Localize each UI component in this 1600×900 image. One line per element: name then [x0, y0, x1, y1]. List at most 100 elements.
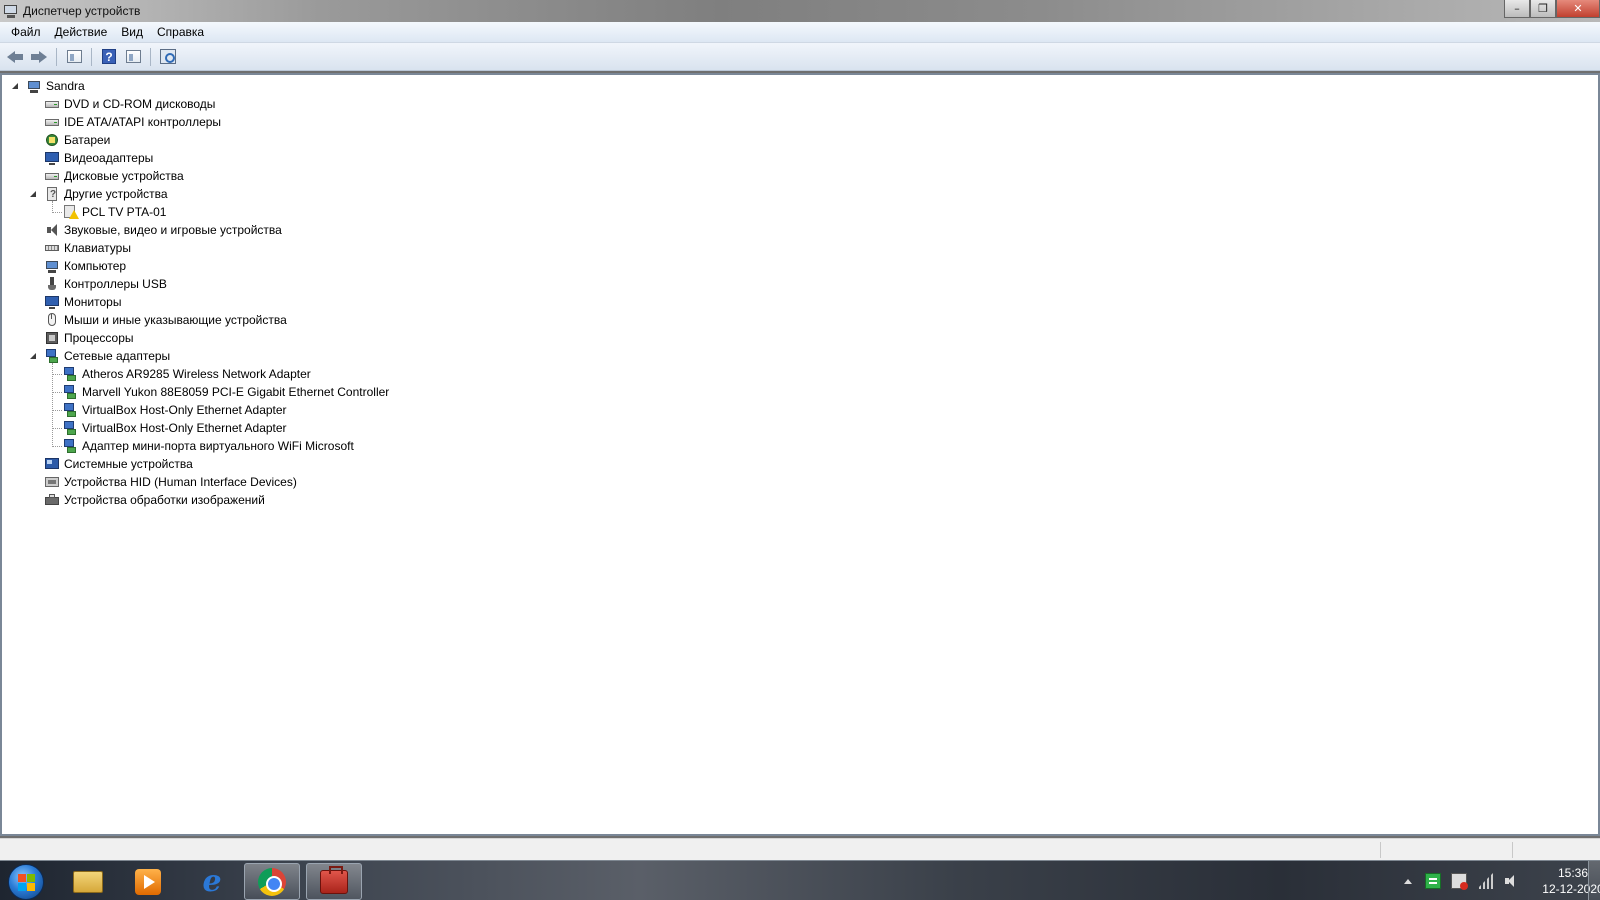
taskbar-media-player-button[interactable] — [120, 863, 176, 900]
expand-arrow-icon[interactable] — [30, 153, 39, 163]
tree-item-label: Адаптер мини-порта виртуального WiFi Mic… — [82, 439, 354, 453]
expand-arrow-icon[interactable] — [30, 243, 39, 253]
device-manager-icon — [3, 3, 19, 19]
tree-category[interactable]: IDE ATA/ATAPI контроллеры — [2, 113, 1598, 131]
tree-device[interactable]: VirtualBox Host-Only Ethernet Adapter — [2, 419, 1598, 437]
tree-category[interactable]: Клавиатуры — [2, 239, 1598, 257]
expand-arrow-icon[interactable] — [30, 117, 39, 127]
expand-arrow-icon[interactable] — [30, 315, 39, 325]
collapse-arrow-icon[interactable] — [30, 352, 39, 361]
collapse-arrow-icon[interactable] — [30, 190, 39, 199]
expand-arrow-icon[interactable] — [30, 333, 39, 343]
menu-action[interactable]: Действие — [48, 23, 115, 41]
expand-arrow-icon[interactable] — [30, 171, 39, 181]
tree-item-label: Звуковые, видео и игровые устройства — [64, 223, 282, 237]
tree-item-label: Мониторы — [64, 295, 122, 309]
forward-button[interactable] — [28, 47, 50, 67]
sound-icon — [44, 222, 60, 238]
tree-device[interactable]: Marvell Yukon 88E8059 PCI-E Gigabit Ethe… — [2, 383, 1598, 401]
back-button[interactable] — [4, 47, 26, 67]
expand-arrow-icon[interactable] — [30, 297, 39, 307]
tree-item-label: Sandra — [46, 79, 85, 93]
windows-explorer-icon — [73, 870, 103, 893]
menu-help[interactable]: Справка — [150, 23, 211, 41]
tree-category[interactable]: Мыши и иные указывающие устройства — [2, 311, 1598, 329]
tree-item-label: Процессоры — [64, 331, 134, 345]
tree-connector — [52, 363, 53, 445]
tree-item-label: Мыши и иные указывающие устройства — [64, 313, 287, 327]
dvd-drive-icon — [44, 96, 60, 112]
back-arrow-icon — [7, 50, 23, 63]
taskbar-explorer-button[interactable] — [60, 863, 116, 900]
properties-panel-icon — [125, 50, 141, 63]
tree-device[interactable]: PCL TV PTA-01 — [2, 203, 1598, 221]
tree-category[interactable]: Системные устройства — [2, 455, 1598, 473]
help-button[interactable]: ? — [98, 47, 120, 67]
tree-device[interactable]: VirtualBox Host-Only Ethernet Adapter — [2, 401, 1598, 419]
expand-arrow-icon[interactable] — [30, 261, 39, 271]
menu-view[interactable]: Вид — [114, 23, 150, 41]
tree-category[interactable]: Компьютер — [2, 257, 1598, 275]
device-manager-taskbar-icon — [320, 865, 348, 894]
minimize-button[interactable]: – — [1504, 0, 1530, 18]
taskbar-device-manager-button[interactable] — [306, 863, 362, 900]
tree-category[interactable]: Дисковые устройства — [2, 167, 1598, 185]
tree-category[interactable]: Процессоры — [2, 329, 1598, 347]
tree-category[interactable]: ? Другие устройства — [2, 185, 1598, 203]
expand-arrow-icon[interactable] — [30, 477, 39, 487]
close-button[interactable]: ✕ — [1556, 0, 1600, 18]
tree-item-label: Сетевые адаптеры — [64, 349, 171, 363]
tree-category[interactable]: Устройства HID (Human Interface Devices) — [2, 473, 1598, 491]
tree-category[interactable]: Батареи — [2, 131, 1598, 149]
tree-device[interactable]: Адаптер мини-порта виртуального WiFi Mic… — [2, 437, 1598, 455]
collapse-arrow-icon[interactable] — [12, 82, 21, 91]
window-title: Диспетчер устройств — [23, 4, 141, 18]
tree-connector — [52, 410, 62, 411]
show-desktop-button[interactable] — [1588, 861, 1600, 900]
scan-hardware-icon — [160, 49, 176, 64]
start-button[interactable] — [8, 864, 44, 900]
show-hidden-icons-icon[interactable] — [1404, 878, 1412, 884]
network-adapter-icon — [62, 384, 78, 400]
window-controls: – ❐ ✕ — [1504, 0, 1600, 18]
tree-connector — [52, 428, 62, 429]
tree-root[interactable]: Sandra — [2, 77, 1598, 95]
tree-connector — [52, 212, 62, 213]
status-divider — [1380, 842, 1381, 858]
tree-category[interactable]: Контроллеры USB — [2, 275, 1598, 293]
tree-item-label: Дисковые устройства — [64, 169, 184, 183]
tree-category[interactable]: Звуковые, видео и игровые устройства — [2, 221, 1598, 239]
network-signal-icon[interactable] — [1477, 873, 1493, 889]
title-bar: Диспетчер устройств – ❐ ✕ — [0, 0, 1600, 22]
expand-arrow-icon[interactable] — [30, 279, 39, 289]
tree-device[interactable]: Atheros AR9285 Wireless Network Adapter — [2, 365, 1598, 383]
processor-icon — [44, 330, 60, 346]
expand-arrow-icon[interactable] — [30, 225, 39, 235]
expand-arrow-icon[interactable] — [30, 135, 39, 145]
expand-arrow-icon[interactable] — [30, 459, 39, 469]
expand-arrow-icon[interactable] — [30, 99, 39, 109]
show-hide-console-tree-button[interactable] — [63, 47, 85, 67]
tree-category[interactable]: Мониторы — [2, 293, 1598, 311]
tree-category[interactable]: Сетевые адаптеры — [2, 347, 1598, 365]
tree-item-label: VirtualBox Host-Only Ethernet Adapter — [82, 403, 287, 417]
other-devices-icon: ? — [44, 186, 60, 202]
hid-icon — [44, 474, 60, 490]
expand-arrow-icon[interactable] — [30, 495, 39, 505]
tray-app-icon[interactable] — [1425, 873, 1441, 889]
tree-category[interactable]: DVD и CD-ROM дисководы — [2, 95, 1598, 113]
menu-file[interactable]: Файл — [4, 23, 48, 41]
volume-icon[interactable] — [1503, 873, 1519, 889]
taskbar-chrome-button[interactable] — [244, 863, 300, 900]
tree-category[interactable]: Видеоадаптеры — [2, 149, 1598, 167]
device-tree[interactable]: Sandra DVD и CD-ROM дисководы IDE ATA/ATAP… — [0, 73, 1600, 836]
tree-item-label: Видеоадаптеры — [64, 151, 154, 165]
maximize-button[interactable]: ❐ — [1530, 0, 1556, 18]
properties-button[interactable] — [122, 47, 144, 67]
scan-hardware-button[interactable] — [157, 47, 179, 67]
toolbar: ? — [0, 43, 1600, 71]
tree-category[interactable]: Устройства обработки изображений — [2, 491, 1598, 509]
power-status-icon[interactable] — [1451, 873, 1468, 890]
taskbar-ie-button[interactable]: e — [184, 863, 240, 900]
tree-connector — [52, 446, 62, 447]
